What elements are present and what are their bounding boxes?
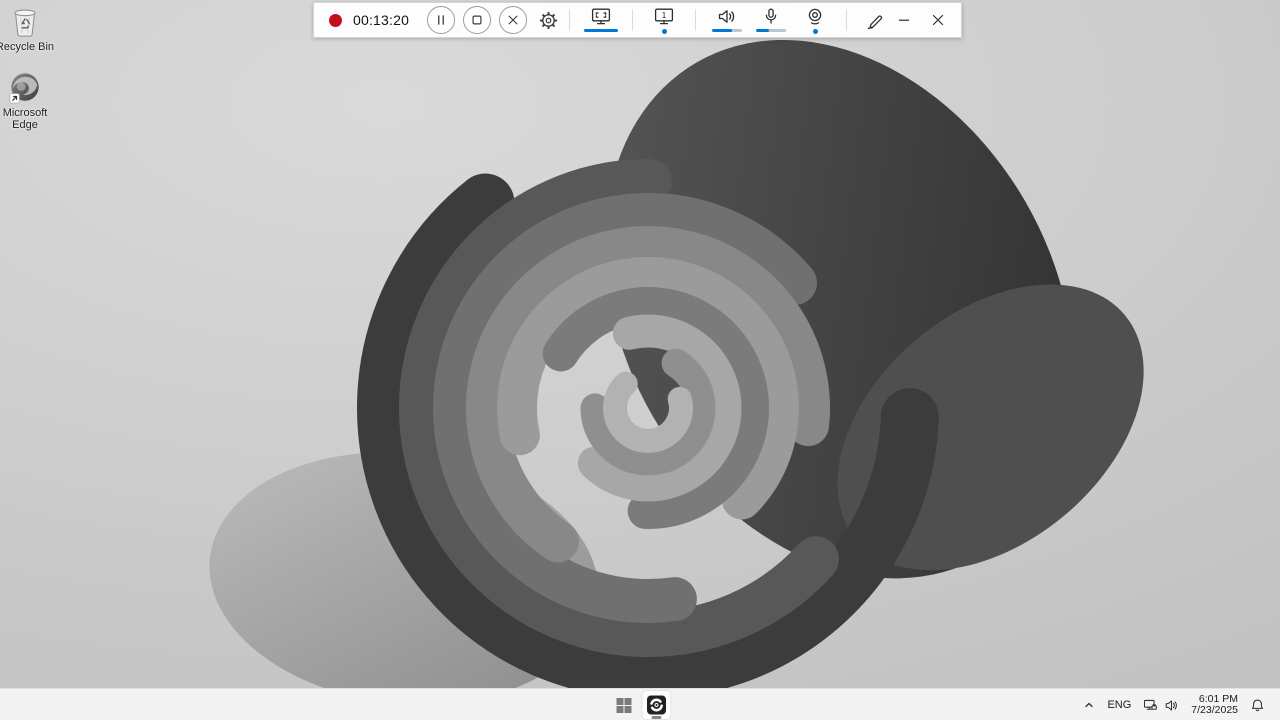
pause-button[interactable] (427, 6, 456, 34)
system-audio-toggle[interactable] (705, 3, 749, 37)
microphone-volume-fill (756, 29, 769, 32)
notifications-button[interactable] (1245, 692, 1270, 718)
display-select-toggle[interactable]: 1 (642, 3, 686, 37)
screen-region-icon (592, 8, 611, 25)
microphone-toggle[interactable] (749, 3, 793, 37)
shortcut-arrow-badge (9, 93, 20, 104)
tray-date: 7/23/2025 (1191, 704, 1238, 716)
screen-region-toggle[interactable] (579, 3, 623, 37)
pen-icon (867, 14, 883, 29)
webcam-toggle[interactable] (793, 3, 837, 37)
stop-icon (472, 15, 482, 25)
system-tray-icons[interactable] (1138, 692, 1184, 718)
speaker-volume-fill (712, 29, 732, 32)
network-icon (1144, 699, 1158, 710)
desktop-icon-recycle-bin[interactable]: Recycle Bin (0, 5, 58, 53)
minimize-button[interactable] (887, 5, 921, 35)
close-button[interactable] (921, 5, 955, 35)
speaker-icon (718, 10, 735, 23)
record-dot (329, 13, 342, 27)
webcam-icon (808, 8, 822, 25)
webcam-enabled-dot (812, 29, 818, 34)
pause-icon (438, 15, 444, 25)
running-app-indicator (651, 716, 662, 719)
minimize-icon (899, 19, 910, 21)
language-label: ENG (1107, 699, 1132, 711)
screen-region-active-bar (584, 29, 619, 32)
desktop-icon-microsoft-edge[interactable]: Microsoft Edge (0, 71, 58, 131)
language-indicator[interactable]: ENG (1102, 692, 1136, 718)
desktop-icon-label: Microsoft Edge (2, 107, 48, 131)
toolbar-divider (846, 9, 848, 31)
annotate-button[interactable] (864, 7, 887, 33)
screen-recorder-toolbar: 00:13:20 1 (313, 2, 962, 38)
bloom-wallpaper-art (209, 39, 1144, 688)
recording-timer: 00:13:20 (353, 12, 410, 28)
toolbar-divider (569, 9, 571, 31)
display-selected-dot (661, 29, 667, 34)
close-icon (932, 14, 944, 26)
wallpaper (0, 0, 1280, 688)
desktop-screen: Recycle Bin Microsoft Edge 00:13:20 1 EN… (0, 0, 1280, 720)
display-number-label: 1 (662, 10, 667, 20)
toolbar-divider (632, 9, 634, 31)
close-icon (508, 15, 518, 25)
desktop-icon-label: Recycle Bin (0, 41, 55, 53)
clock[interactable]: 6:01 PM 7/23/2025 (1186, 692, 1243, 718)
volume-icon (1166, 699, 1178, 711)
microphone-icon (765, 8, 777, 24)
microsoft-edge-icon (8, 71, 42, 105)
microphone-volume-slider[interactable] (756, 29, 787, 32)
tray-chevron-button[interactable] (1078, 692, 1100, 718)
bell-icon (1251, 699, 1264, 711)
screen-recorder-app-icon (647, 695, 666, 715)
taskbar: ENG 6:01 PM 7/23/2025 (0, 688, 1280, 720)
cancel-recording-button[interactable] (499, 6, 528, 34)
recycle-bin-icon (8, 5, 42, 39)
settings-button[interactable] (537, 7, 560, 33)
display-1-icon: 1 (655, 8, 674, 25)
screen-recorder-app-button[interactable] (642, 691, 671, 719)
start-button[interactable] (610, 691, 638, 719)
gear-icon (539, 11, 558, 29)
toolbar-divider (695, 9, 697, 31)
windows-logo-icon (616, 697, 631, 713)
stop-button[interactable] (463, 6, 492, 34)
speaker-volume-slider[interactable] (712, 29, 743, 32)
chevron-up-icon (1085, 702, 1094, 708)
